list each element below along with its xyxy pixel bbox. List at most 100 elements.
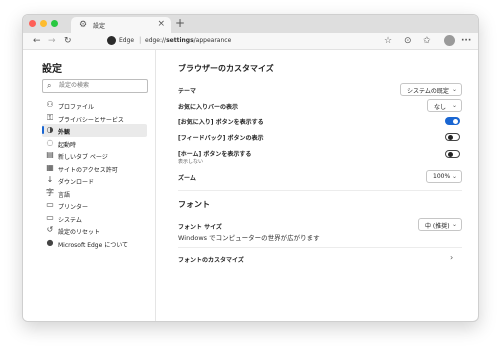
- home-button-label: [ホーム] ボタンを表示する: [178, 151, 252, 158]
- zoom-label: ズーム: [178, 175, 196, 182]
- feedback-button-toggle[interactable]: [445, 133, 460, 141]
- power-icon: ◌: [46, 137, 54, 147]
- settings-content: ブラウザーのカスタマイズ テーマ システムの既定 ⌄ お気に入りバーの表示 なし…: [156, 50, 478, 321]
- theme-dropdown[interactable]: システムの既定 ⌄: [400, 83, 462, 96]
- settings-search[interactable]: ⌕: [42, 79, 148, 93]
- profile-icon: ⚇: [46, 100, 54, 109]
- sidebar-item-site-permissions[interactable]: ▦ サイトのアクセス許可: [42, 162, 147, 175]
- site-permissions-icon: ▦: [46, 162, 54, 172]
- sidebar-item-appearance[interactable]: ◑ 外観: [42, 124, 147, 137]
- back-button[interactable]: ←: [33, 35, 41, 47]
- chevron-down-icon: ⌄: [451, 173, 457, 180]
- sidebar-title: 設定: [42, 64, 62, 75]
- sidebar-item-new-tab[interactable]: ▤ 新しいタブ ページ: [42, 149, 147, 162]
- sidebar-item-languages[interactable]: 字言語: [42, 187, 147, 200]
- fonts-heading: フォント: [178, 200, 210, 209]
- tab-strip: ⚙ 設定 × +: [23, 15, 478, 33]
- extension-icon[interactable]: ⊙: [404, 35, 412, 47]
- search-icon: ⌕: [47, 81, 52, 90]
- chevron-down-icon: ⌄: [451, 102, 457, 109]
- favorites-bar-dropdown[interactable]: なし ⌄: [427, 99, 462, 112]
- home-button-sublabel: 表示しない: [178, 159, 204, 165]
- toggle-knob: [448, 151, 453, 157]
- favorites-bar-value: なし: [434, 104, 447, 111]
- sidebar-item-label: 外観: [58, 129, 71, 136]
- theme-value: システムの既定: [407, 88, 449, 95]
- avatar[interactable]: [444, 35, 455, 46]
- sidebar-item-privacy[interactable]: ⚿ プライバシーとサービス: [42, 112, 147, 125]
- zoom-value: 100%: [433, 173, 451, 180]
- theme-label: テーマ: [178, 88, 197, 95]
- section-divider: [178, 247, 462, 248]
- download-icon: ↓: [46, 175, 54, 184]
- sidebar-item-startup[interactable]: ◌ 起動時: [42, 137, 147, 150]
- close-window-button[interactable]: [29, 20, 36, 27]
- chevron-down-icon: ⌄: [451, 86, 457, 93]
- browser-toolbar: ← → ↻ Edge | edge://settings/appearance …: [23, 33, 478, 50]
- home-button-toggle[interactable]: [445, 150, 460, 158]
- minimize-window-button[interactable]: [40, 20, 47, 27]
- sidebar-item-reset[interactable]: ↺ 設定のリセット: [42, 224, 147, 237]
- feedback-button-label: [フィードバック] ボタンの表示: [178, 135, 264, 142]
- url-text: edge://settings/appearance: [145, 37, 232, 44]
- active-indicator: [42, 126, 44, 134]
- system-icon: ▭: [46, 212, 54, 222]
- favorites-bar-label: お気に入りバーの表示: [178, 104, 239, 111]
- tab-settings[interactable]: ⚙ 設定 ×: [71, 17, 171, 33]
- section-divider: [178, 190, 462, 191]
- sidebar-item-downloads[interactable]: ↓ ダウンロード: [42, 174, 147, 187]
- more-menu-icon[interactable]: ···: [461, 35, 471, 47]
- search-input[interactable]: [59, 81, 143, 90]
- customize-browser-heading: ブラウザーのカスタマイズ: [178, 64, 274, 73]
- sidebar-item-label: ダウンロード: [58, 179, 95, 186]
- sidebar-item-label: プロファイル: [58, 104, 95, 111]
- sidebar-item-about[interactable]: ● Microsoft Edge について: [42, 237, 147, 250]
- lock-icon: ⚿: [46, 112, 54, 122]
- tab-title: 設定: [93, 23, 106, 30]
- sidebar-item-system[interactable]: ▭ システム: [42, 212, 147, 225]
- new-tab-button[interactable]: +: [175, 16, 185, 30]
- favorites-icon[interactable]: ✩: [423, 35, 431, 47]
- toggle-knob: [453, 118, 458, 124]
- customize-fonts-label[interactable]: フォントのカスタマイズ: [178, 255, 244, 264]
- sidebar-item-label: 起動時: [58, 141, 77, 149]
- sidebar-item-label: プリンター: [58, 204, 89, 211]
- favorites-button-toggle[interactable]: [445, 117, 460, 125]
- favorite-star-icon[interactable]: ☆: [384, 35, 392, 47]
- reset-icon: ↺: [46, 225, 54, 234]
- sidebar-item-label: Microsoft Edge について: [58, 241, 129, 249]
- printer-icon: ▭: [46, 200, 54, 209]
- font-size-value: 中 (推奨): [425, 223, 450, 230]
- close-tab-icon[interactable]: ×: [157, 19, 165, 29]
- sidebar-item-label: システム: [58, 216, 82, 224]
- browser-window: ⚙ 設定 × + ← → ↻ Edge | edge://settings/ap…: [22, 14, 479, 322]
- edge-logo-icon: ●: [46, 237, 54, 247]
- chevron-right-icon[interactable]: ›: [450, 253, 453, 263]
- toggle-knob: [448, 134, 453, 140]
- font-preview-text: Windows でコンピューターの世界が広がります: [178, 234, 320, 242]
- forward-button[interactable]: →: [48, 35, 56, 47]
- font-size-label: フォント サイズ: [178, 224, 222, 231]
- sidebar-item-label: プライバシーとサービス: [58, 116, 124, 124]
- font-size-dropdown[interactable]: 中 (推奨) ⌄: [418, 218, 462, 231]
- sidebar-item-label: 言語: [58, 191, 71, 199]
- refresh-button[interactable]: ↻: [64, 35, 72, 47]
- sidebar-item-profiles[interactable]: ⚇ プロファイル: [42, 99, 147, 112]
- sidebar-item-label: 設定のリセット: [58, 229, 101, 236]
- favorites-button-label: [お気に入り] ボタンを表示する: [178, 119, 264, 126]
- sidebar-item-label: サイトのアクセス許可: [58, 166, 118, 174]
- site-name: Edge: [119, 37, 135, 44]
- maximize-window-button[interactable]: [51, 20, 58, 27]
- zoom-dropdown[interactable]: 100% ⌄: [426, 170, 462, 183]
- palette-icon: ◑: [46, 125, 54, 134]
- address-bar[interactable]: Edge | edge://settings/appearance: [107, 35, 407, 47]
- new-tab-icon: ▤: [46, 150, 54, 159]
- sidebar-item-printers[interactable]: ▭ プリンター: [42, 199, 147, 212]
- address-separator: |: [139, 36, 142, 44]
- sidebar-item-label: 新しいタブ ページ: [58, 154, 108, 161]
- edge-logo-icon: [107, 36, 116, 45]
- chevron-down-icon: ⌄: [451, 221, 457, 228]
- gear-icon: ⚙: [79, 20, 88, 30]
- language-icon: 字: [46, 187, 54, 197]
- settings-sidebar: 設定 ⌕ ⚇ プロファイル ⚿ プライバシーとサービス ◑ 外観 ◌ 起動時 ▤ 新しいタ…: [23, 50, 156, 321]
